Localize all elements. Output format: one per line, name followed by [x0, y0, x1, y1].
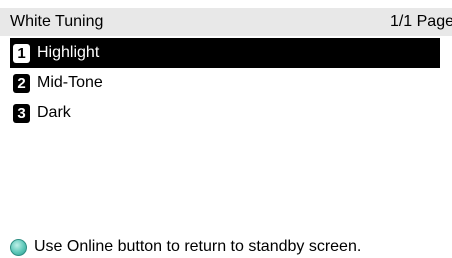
- menu-item-label: Mid-Tone: [37, 74, 103, 91]
- online-button-icon: [10, 238, 27, 256]
- menu-item-number: 2: [13, 73, 30, 93]
- page-indicator: 1/1 Page: [389, 13, 452, 30]
- menu-item-mid-tone[interactable]: 2 Mid-Tone: [10, 68, 440, 98]
- menu-item-number: 1: [13, 43, 30, 63]
- menu-item-dark[interactable]: 3 Dark: [10, 98, 440, 128]
- title-bar: White Tuning 1/1 Page: [0, 8, 452, 36]
- menu-item-label: Dark: [37, 104, 71, 121]
- menu-item-number: 3: [13, 103, 30, 123]
- footer-hint: Use Online button to return to standby s…: [10, 236, 361, 258]
- footer-message: Use Online button to return to standby s…: [34, 238, 362, 255]
- menu-item-label: Highlight: [37, 44, 100, 61]
- screen-title: White Tuning: [10, 13, 104, 30]
- menu-item-highlight[interactable]: 1 Highlight: [10, 38, 440, 68]
- menu-list: 1 Highlight 2 Mid-Tone 3 Dark: [10, 38, 440, 128]
